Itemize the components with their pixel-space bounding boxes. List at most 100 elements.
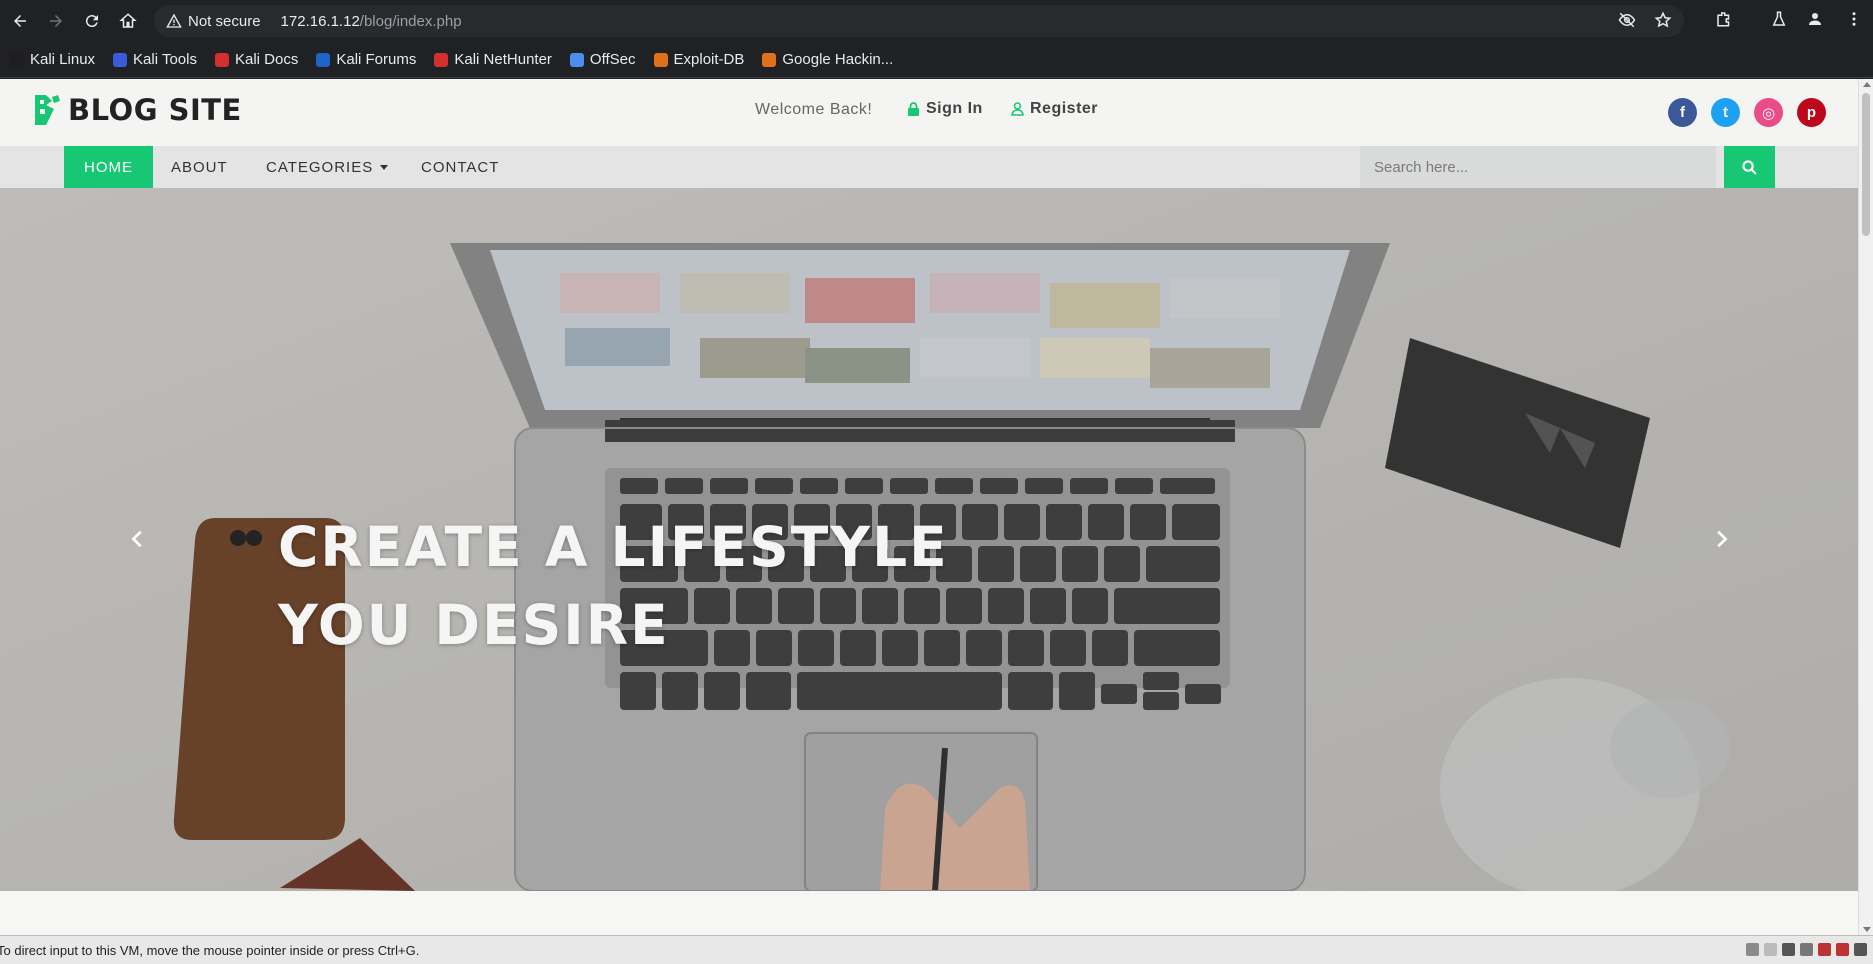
main-navbar: HOME ABOUT CATEGORIES CONTACT: [0, 146, 1858, 188]
extensions-button[interactable]: [1715, 10, 1733, 28]
bookmark-item[interactable]: Google Hackin...: [762, 51, 893, 68]
register-link[interactable]: Register: [1011, 100, 1098, 118]
search-icon: [1742, 159, 1757, 175]
nav-home[interactable]: HOME: [64, 146, 153, 188]
bookmark-favicon-icon: [316, 52, 331, 67]
profile-button[interactable]: [1806, 10, 1824, 28]
nav-categories[interactable]: CATEGORIES: [266, 146, 389, 188]
bookmark-label: Kali NetHunter: [454, 51, 552, 68]
scroll-thumb[interactable]: [1862, 93, 1870, 236]
vm-status-bar: To direct input to this VM, move the mou…: [0, 935, 1873, 964]
printer-icon[interactable]: [1836, 943, 1849, 956]
pinterest-icon[interactable]: p: [1797, 98, 1826, 127]
display-icon[interactable]: [1854, 943, 1867, 956]
url-text[interactable]: 172.16.1.12/blog/index.php: [281, 13, 462, 30]
home-button[interactable]: [117, 10, 139, 32]
url-host: 172.16.1.12: [280, 12, 360, 30]
bookmark-favicon-icon: [653, 52, 668, 67]
address-bar-actions: [1618, 11, 1672, 29]
security-indicator[interactable]: Not secure: [166, 13, 261, 30]
nav-contact-label: CONTACT: [421, 158, 500, 176]
browser-toolbar: Not secure 172.16.1.12/blog/index.php: [0, 0, 1873, 42]
reload-button[interactable]: [81, 10, 103, 32]
kebab-menu-icon: [1852, 12, 1856, 26]
bookmark-favicon-icon: [762, 52, 777, 67]
page-scrollbar[interactable]: [1858, 79, 1873, 935]
site-logo[interactable]: BLOG SITE: [32, 93, 242, 127]
usb-icon[interactable]: [1800, 943, 1813, 956]
sign-in-label: Sign In: [926, 100, 983, 117]
bookmark-item[interactable]: OffSec: [569, 51, 636, 68]
security-label: Not secure: [188, 12, 261, 30]
logo-icon: [35, 95, 60, 125]
bookmark-item[interactable]: Kali Forums: [316, 51, 416, 68]
nav-about[interactable]: ABOUT: [171, 146, 228, 188]
puzzle-icon: [1717, 12, 1730, 27]
nav-contact[interactable]: CONTACT: [421, 146, 499, 188]
web-page: BLOG SITE Welcome Back! Sign In Register…: [0, 79, 1858, 935]
register-label: Register: [1030, 100, 1099, 117]
chevron-left-icon: [131, 530, 142, 548]
welcome-text: Welcome Back!: [755, 101, 873, 118]
forward-button[interactable]: [45, 10, 67, 32]
bookmark-label: OffSec: [589, 51, 636, 68]
social-links: f t ◎ p: [1668, 98, 1826, 127]
disk-icon[interactable]: [1746, 943, 1759, 956]
lock-icon: [908, 102, 919, 116]
network-icon[interactable]: [1782, 943, 1795, 956]
hero-title-line1: CREATE A LIFESTYLE: [278, 515, 949, 579]
caret-down-icon: [380, 164, 389, 170]
scroll-up-icon[interactable]: [1863, 82, 1871, 87]
sign-in-link[interactable]: Sign In: [907, 100, 983, 118]
back-arrow-icon: [14, 15, 26, 27]
bookmark-label: Kali Forums: [336, 51, 417, 68]
audio-icon[interactable]: [1818, 943, 1831, 956]
reload-icon: [85, 15, 98, 28]
bookmark-favicon-icon: [214, 52, 229, 67]
twitter-icon[interactable]: t: [1711, 98, 1740, 127]
chevron-right-icon: [1717, 530, 1728, 548]
bookmark-item[interactable]: Exploit-DB: [653, 51, 745, 68]
bookmark-item[interactable]: Kali Linux: [10, 51, 95, 68]
person-icon: [1809, 13, 1821, 25]
hero-title: CREATE A LIFESTYLE YOU DESIRE: [278, 508, 978, 664]
bookmark-favicon-icon: [10, 52, 24, 67]
content-area: [0, 891, 1858, 935]
bookmark-item[interactable]: Kali Docs: [214, 51, 299, 68]
home-icon: [119, 13, 137, 28]
bookmark-label: Google Hackin...: [782, 51, 894, 68]
bookmark-item[interactable]: Kali Tools: [113, 51, 197, 68]
carousel-prev-button[interactable]: [127, 528, 157, 558]
dribbble-icon[interactable]: ◎: [1754, 98, 1783, 127]
address-bar[interactable]: Not secure 172.16.1.12/blog/index.php: [154, 5, 1684, 37]
bookmark-label: Kali Linux: [30, 51, 96, 68]
bookmark-item[interactable]: Kali NetHunter: [434, 51, 552, 68]
eye-slash-icon[interactable]: [1618, 11, 1636, 29]
vm-status-text: To direct input to this VM, move the mou…: [0, 943, 420, 958]
cd-icon[interactable]: [1764, 943, 1777, 956]
forward-arrow-icon: [50, 15, 62, 27]
bookmark-label: Kali Docs: [234, 51, 299, 68]
back-button[interactable]: [9, 10, 31, 32]
bookmark-favicon-icon: [113, 52, 128, 67]
nav-categories-label: CATEGORIES: [266, 158, 374, 176]
menu-button[interactable]: [1845, 10, 1863, 28]
bookmarks-bar: Kali Linux Kali Tools Kali Docs Kali Forums…: [0, 42, 1873, 78]
search-input[interactable]: [1360, 146, 1716, 188]
bookmark-label: Kali Tools: [133, 51, 197, 68]
logo-text: BLOG SITE: [68, 93, 242, 127]
star-icon[interactable]: [1654, 11, 1672, 29]
nav-about-label: ABOUT: [171, 158, 228, 176]
bookmark-favicon-icon: [434, 52, 449, 67]
scroll-down-icon[interactable]: [1863, 927, 1871, 932]
search-button[interactable]: [1724, 146, 1775, 188]
labs-button[interactable]: [1770, 10, 1788, 28]
flask-icon: [1772, 11, 1786, 26]
bookmark-favicon-icon: [569, 52, 584, 67]
url-path: /blog/index.php: [359, 12, 462, 30]
bookmark-label: Exploit-DB: [673, 51, 745, 68]
warning-icon: [166, 13, 182, 28]
facebook-icon[interactable]: f: [1668, 98, 1697, 127]
carousel-next-button[interactable]: [1710, 528, 1740, 558]
user-icon: [1011, 102, 1024, 116]
